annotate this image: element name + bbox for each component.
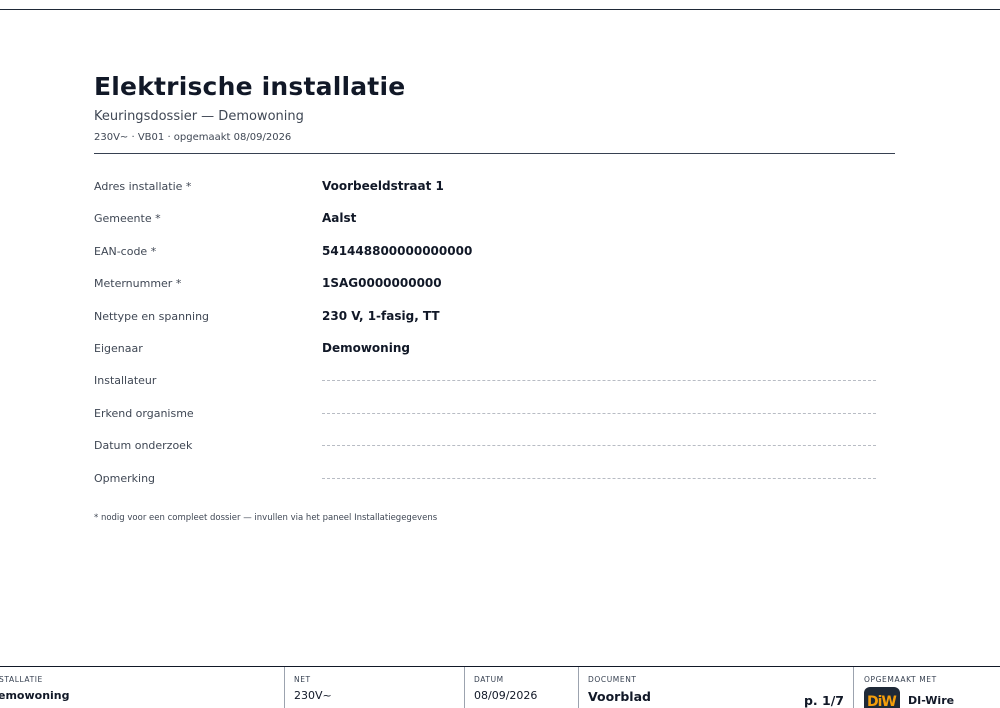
field-label: Nettype en spanning	[94, 309, 210, 323]
field-label: Adres installatie *	[94, 180, 192, 193]
field-row-adres: Adres installatie * Voorbeeldstraat 1	[94, 170, 876, 202]
document-meta: 230V~ · VB01 · opgemaakt 08/09/2026	[94, 132, 292, 143]
field-row-opmerking: Opmerking	[94, 462, 876, 494]
field-value: 541448800000000000	[322, 243, 473, 258]
footer-cell-net: NET 230V~	[284, 667, 465, 708]
footer-cell-datum: DATUM 08/09/2026	[464, 667, 579, 708]
empty-field-line	[322, 412, 876, 414]
empty-field-line	[322, 380, 876, 382]
field-row-eigenaar: Eigenaar Demowoning	[94, 332, 876, 364]
installation-fields: Adres installatie * Voorbeeldstraat 1 Ge…	[94, 170, 876, 494]
field-value: 230 V, 1-fasig, TT	[322, 308, 440, 323]
document-page: Elektrische installatie Keuringsdossier …	[0, 0, 1000, 708]
footer-caption: DATUM	[474, 675, 504, 684]
footer-cell-opgemaakt: OPGEMAAKT MET DiW DI-Wire	[853, 667, 1000, 708]
field-label: Erkend organisme	[94, 406, 194, 420]
field-value: Voorbeeldstraat 1	[322, 179, 444, 193]
field-row-erkend-organisme: Erkend organisme	[94, 397, 876, 429]
brand-name: DI-Wire	[908, 694, 955, 707]
field-value: Aalst	[322, 211, 357, 226]
field-row-datum-onderzoek: Datum onderzoek	[94, 429, 876, 461]
document-subtitle: Keuringsdossier — Demowoning	[94, 109, 304, 124]
di-wire-logo-icon: DiW	[864, 687, 900, 708]
field-row-meternummer: Meternummer * 1SAG0000000000	[94, 267, 876, 299]
field-row-installateur: Installateur	[94, 364, 876, 396]
footer-value: 08/09/2026	[474, 689, 538, 702]
field-label: Opmerking	[94, 471, 156, 485]
field-label: Gemeente *	[94, 212, 161, 226]
empty-field-line	[322, 477, 876, 479]
footer-caption: DOCUMENT	[588, 675, 637, 684]
field-row-ean: EAN-code * 541448800000000000	[94, 235, 876, 267]
required-footnote: * nodig voor een compleet dossier — invu…	[94, 513, 438, 523]
footer-value: Voorblad	[588, 689, 651, 704]
footer-value: emowoning	[0, 689, 70, 702]
page-number: p. 1/7	[803, 693, 844, 708]
top-rule	[0, 9, 1000, 10]
field-value: 1SAG0000000000	[322, 276, 442, 291]
footer-cell-installatie: STALLATIE emowoning	[0, 667, 284, 708]
footer-caption: NET	[294, 675, 311, 684]
footer-caption: STALLATIE	[0, 675, 43, 684]
header-divider	[94, 153, 895, 154]
empty-field-line	[322, 445, 876, 447]
document-title: Elektrische installatie	[94, 72, 406, 101]
field-label: Installateur	[94, 374, 157, 388]
document-header: Elektrische installatie Keuringsdossier …	[94, 70, 895, 145]
title-block-footer: STALLATIE emowoning NET 230V~ DATUM 08/0…	[0, 666, 1000, 708]
field-row-gemeente: Gemeente * Aalst	[94, 202, 876, 234]
footer-cell-document: DOCUMENT Voorblad p. 1/7	[578, 667, 854, 708]
field-label: Eigenaar	[94, 341, 143, 355]
field-label: Datum onderzoek	[94, 439, 193, 453]
footer-caption: OPGEMAAKT MET	[864, 675, 937, 684]
footer-value: 230V~	[294, 689, 332, 702]
field-row-nettype: Nettype en spanning 230 V, 1-fasig, TT	[94, 300, 876, 332]
field-value: Demowoning	[322, 340, 410, 355]
field-label: Meternummer *	[94, 277, 182, 291]
field-label: EAN-code *	[94, 244, 157, 258]
